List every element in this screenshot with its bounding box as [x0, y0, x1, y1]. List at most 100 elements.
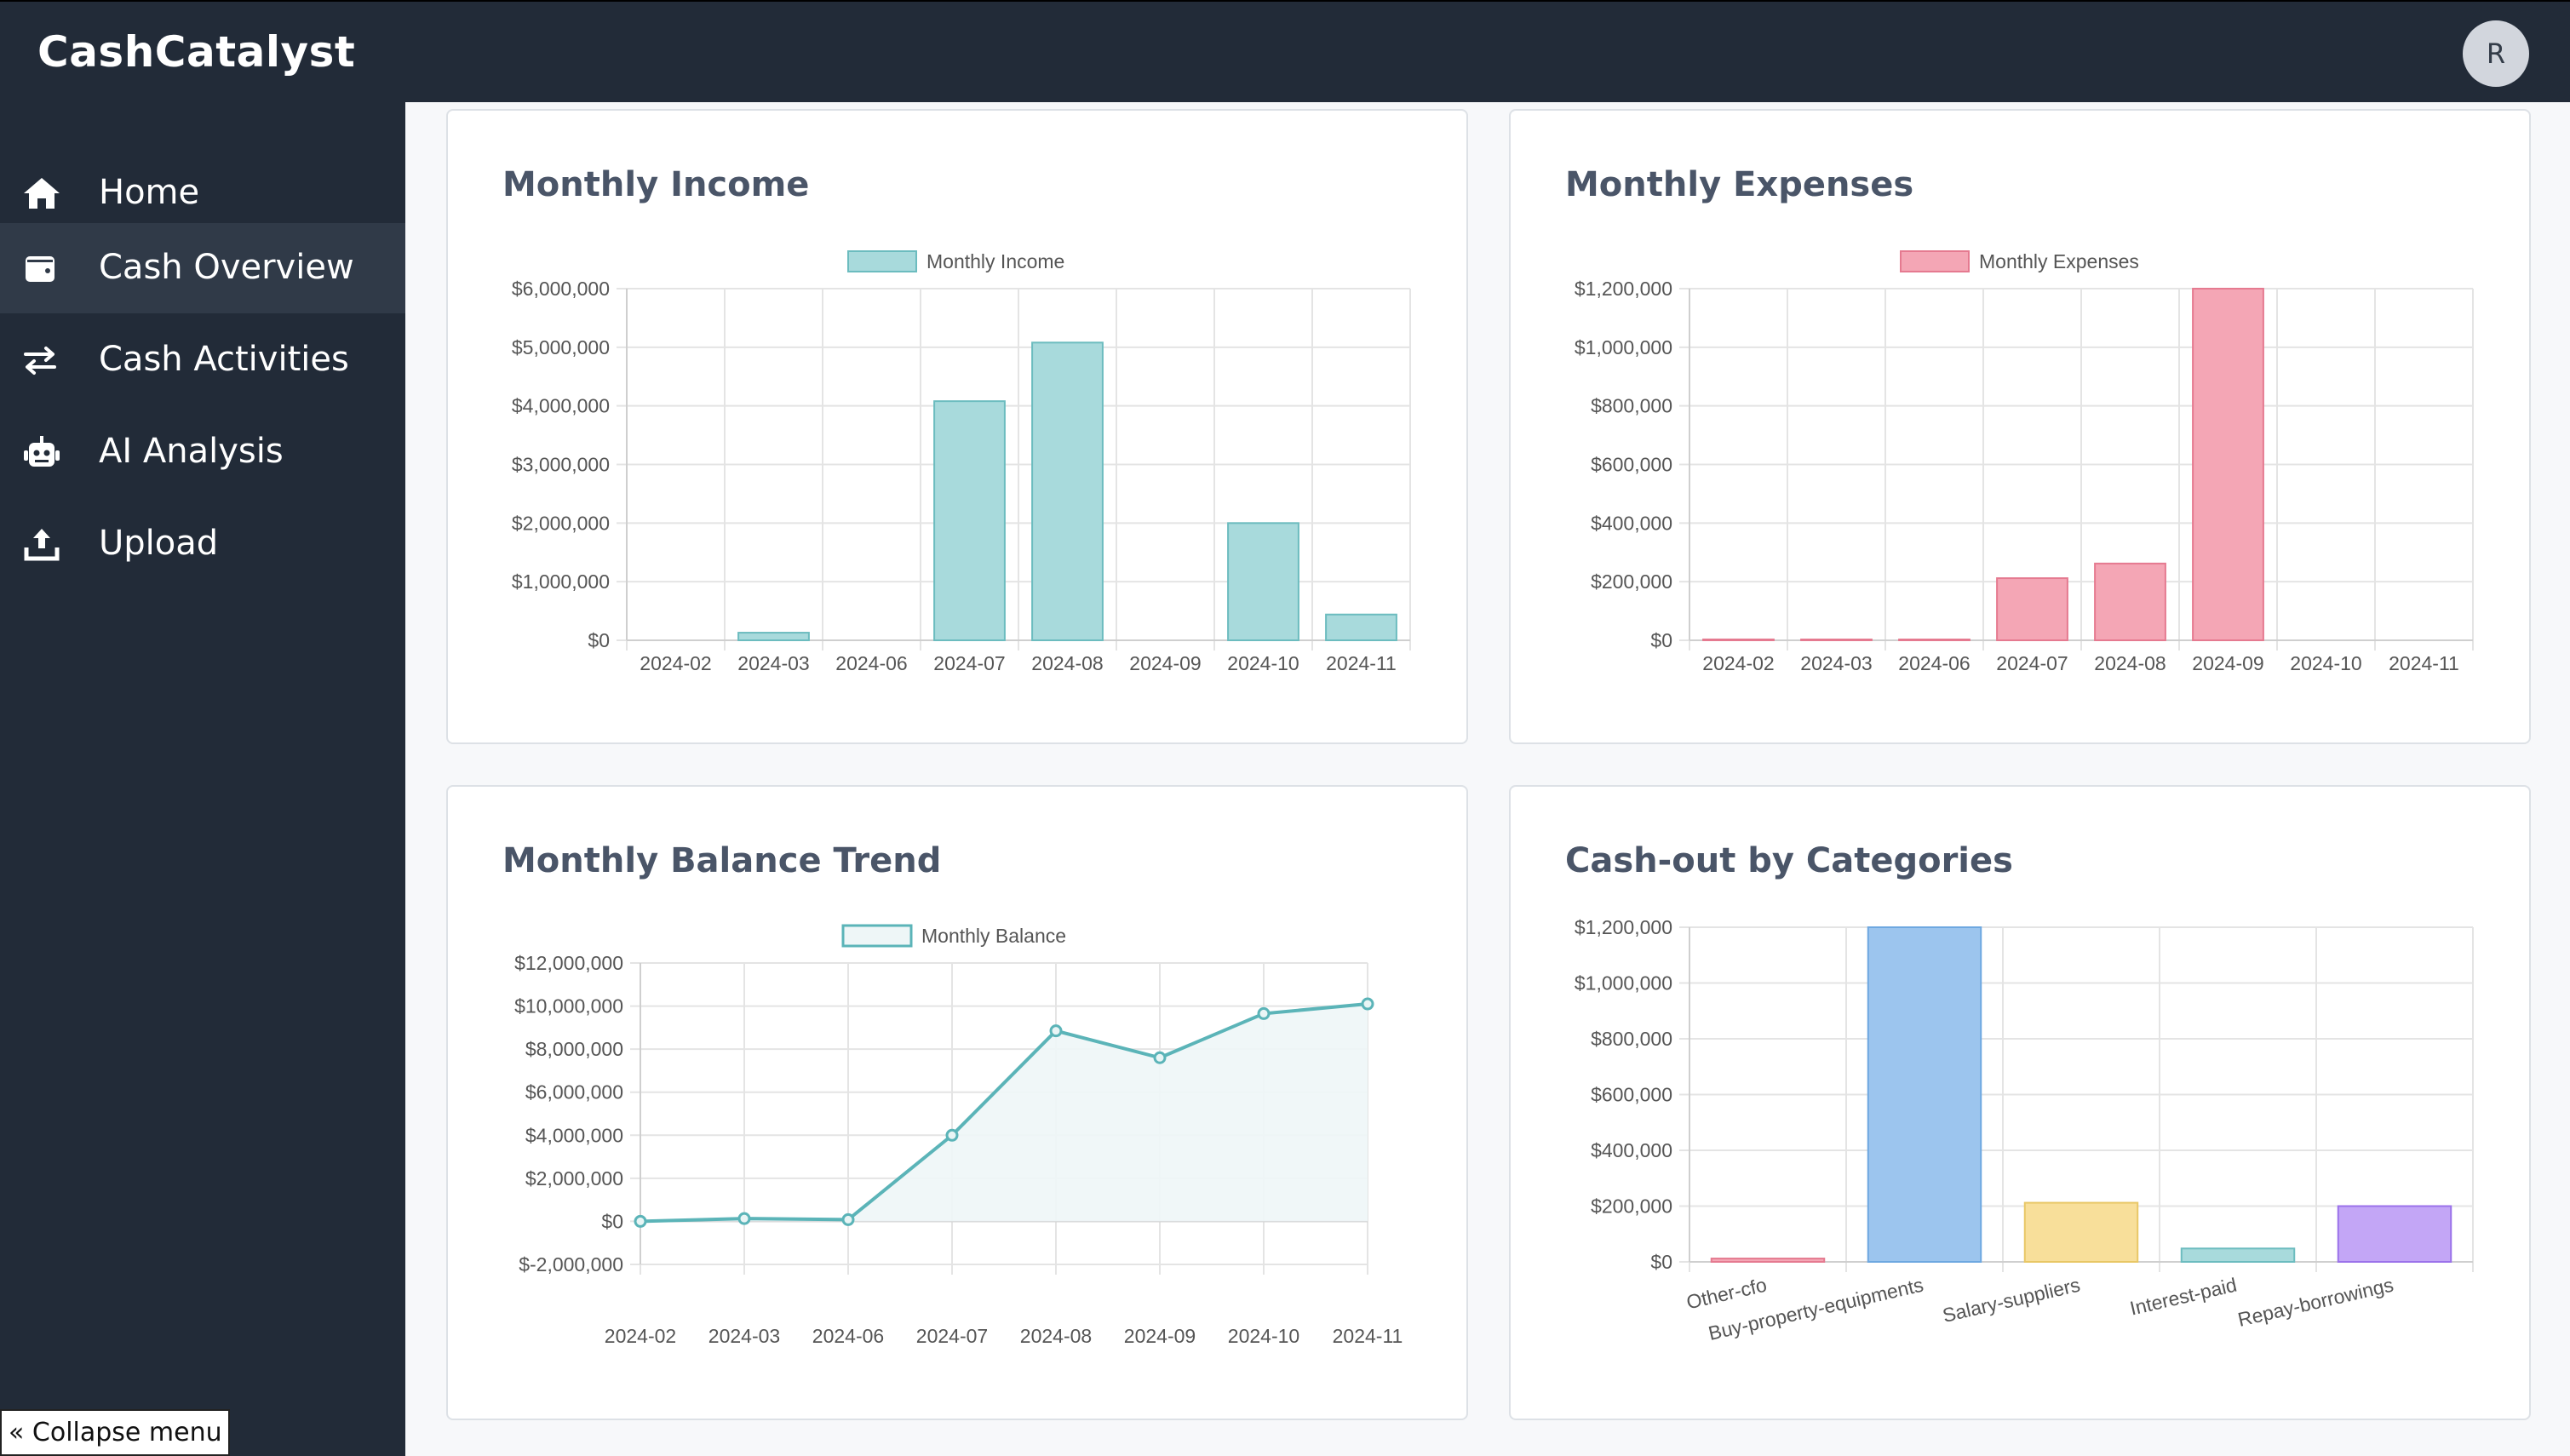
x-tick-label: 2024-09 [1129, 652, 1201, 674]
bar [1800, 639, 1873, 641]
y-tick-label: $6,000,000 [512, 278, 610, 300]
area-fill [640, 1004, 1368, 1222]
y-tick-label: $12,000,000 [514, 952, 623, 974]
bar [2180, 1247, 2296, 1264]
x-tick-label: Salary-suppliers [1941, 1274, 2083, 1327]
cash-out-categories-card: Cash-out by Categories $0 $200,000 $400,00… [1509, 785, 2531, 1420]
monthly-balance-chart: $-2,000,000 $0 $2,000,000 $4,000,000 $6,000,… [514, 924, 1403, 1347]
y-tick-label: $4,000,000 [512, 395, 610, 417]
x-tick-label: 2024-08 [1020, 1325, 1092, 1347]
y-tick-label: $0 [1650, 629, 1672, 651]
y-tick-label: $1,200,000 [1575, 916, 1672, 938]
y-tick-label: $400,000 [1591, 512, 1672, 534]
y-tick-label: $600,000 [1591, 454, 1672, 476]
x-tick-label: 2024-11 [2389, 652, 2459, 674]
chart-legend: Monthly Expenses [1900, 250, 2139, 272]
x-tick-label: 2024-07 [933, 652, 1005, 674]
y-tick-label: $1,000,000 [1575, 972, 1672, 995]
x-tick-label: 2024-06 [835, 652, 907, 674]
bar [2192, 288, 2264, 641]
user-avatar[interactable]: R [2463, 20, 2529, 87]
bar [2023, 1201, 2139, 1264]
y-tick-label: $3,000,000 [512, 454, 610, 476]
legend-label: Monthly Expenses [1979, 250, 2139, 272]
collapse-menu-label: Collapse menu [32, 1418, 222, 1447]
bar [1710, 1258, 1826, 1264]
y-tick-label: $200,000 [1591, 1195, 1672, 1218]
bar [737, 632, 810, 642]
data-point [945, 1128, 959, 1142]
y-tick-label: $10,000,000 [514, 995, 623, 1017]
legend-label: Monthly Income [926, 250, 1064, 272]
y-tick-label: $-2,000,000 [519, 1253, 623, 1275]
x-tick-label: 2024-06 [812, 1325, 884, 1347]
sidebar-item-cash-overview[interactable]: Cash Overview [0, 223, 405, 313]
sidebar-item-upload[interactable]: Upload [0, 499, 405, 589]
y-tick-label: $1,000,000 [1575, 336, 1672, 358]
monthly-expenses-chart: $0 $200,000 $400,000 $600,000 $800,000 $1,000… [1575, 250, 2474, 674]
collapse-menu-button[interactable]: « Collapse menu [0, 1409, 230, 1456]
bar [933, 400, 1006, 641]
legend-swatch [847, 250, 917, 272]
x-tick-label: 2024-03 [1800, 652, 1872, 674]
x-tick-label: 2024-10 [2290, 652, 2361, 674]
x-tick-label: 2024-06 [1898, 652, 1970, 674]
app-logo[interactable]: CashCatalyst [37, 27, 355, 77]
bar [1325, 613, 1397, 641]
chart-legend: Monthly Income [847, 250, 1064, 272]
x-tick-label: 2024-07 [916, 1325, 988, 1347]
bar [1996, 577, 2068, 642]
sidebar-item-label: Home [99, 173, 200, 212]
monthly-income-chart: $0 $1,000,000 $2,000,000 $3,000,000 $4,000,0… [512, 250, 1411, 674]
x-tick-label: 2024-03 [708, 1325, 780, 1347]
y-tick-label: $6,000,000 [525, 1081, 623, 1103]
sidebar-item-ai-analysis[interactable]: AI Analysis [0, 407, 405, 497]
data-point [634, 1214, 647, 1228]
x-tick-label: 2024-09 [2192, 652, 2263, 674]
bar [2337, 1205, 2452, 1263]
home-icon [24, 178, 60, 209]
transfer-icon [24, 347, 56, 375]
bar [1702, 638, 1775, 642]
legend-label: Monthly Balance [921, 925, 1066, 947]
sidebar-item-cash-activities[interactable]: Cash Activities [0, 315, 405, 405]
y-tick-label: $1,200,000 [1575, 278, 1672, 300]
top-bar: CashCatalyst R [0, 0, 2570, 102]
x-tick-label: 2024-08 [2094, 652, 2166, 674]
data-point [841, 1212, 855, 1226]
data-point [1049, 1024, 1063, 1038]
x-tick-label: 2024-10 [1228, 1325, 1299, 1347]
bar [1898, 639, 1971, 641]
cash-out-categories-chart: $0 $200,000 $400,000 $600,000 $800,000 $1,000… [1575, 916, 2474, 1344]
data-point [1361, 997, 1374, 1011]
y-tick-label: $2,000,000 [525, 1167, 623, 1189]
x-tick-label: 2024-02 [640, 652, 711, 674]
monthly-expenses-card: Monthly Expenses $0 $200,000 $400,000 $600,… [1509, 109, 2531, 744]
sidebar-item-label: Cash Overview [99, 248, 354, 287]
x-tick-label: 2024-03 [737, 652, 809, 674]
y-tick-label: $400,000 [1591, 1139, 1672, 1161]
x-tick-label: Interest-paid [2128, 1274, 2239, 1320]
y-tick-label: $4,000,000 [525, 1124, 623, 1146]
bar [1867, 926, 1982, 1263]
robot-icon [24, 436, 60, 467]
y-tick-label: $800,000 [1591, 395, 1672, 417]
legend-swatch [841, 924, 913, 948]
upload-icon [24, 529, 60, 561]
y-tick-label: $5,000,000 [512, 336, 610, 358]
chart-legend: Monthly Balance [841, 924, 1066, 948]
x-tick-label: 2024-02 [605, 1325, 676, 1347]
y-tick-label: $0 [601, 1210, 623, 1232]
legend-swatch [1900, 250, 1970, 272]
x-tick-label: 2024-07 [1996, 652, 2068, 674]
x-tick-label: 2024-11 [1326, 652, 1397, 674]
wallet-icon [26, 256, 54, 282]
y-tick-label: $200,000 [1591, 570, 1672, 593]
x-tick-label: 2024-09 [1124, 1325, 1196, 1347]
data-point [737, 1212, 751, 1225]
sidebar: Home Cash Overview Cash Activities AI An… [0, 102, 405, 1456]
sidebar-item-label: Cash Activities [99, 340, 349, 379]
y-tick-label: $600,000 [1591, 1084, 1672, 1106]
x-tick-label: 2024-10 [1227, 652, 1299, 674]
x-tick-label: 2024-08 [1031, 652, 1103, 674]
